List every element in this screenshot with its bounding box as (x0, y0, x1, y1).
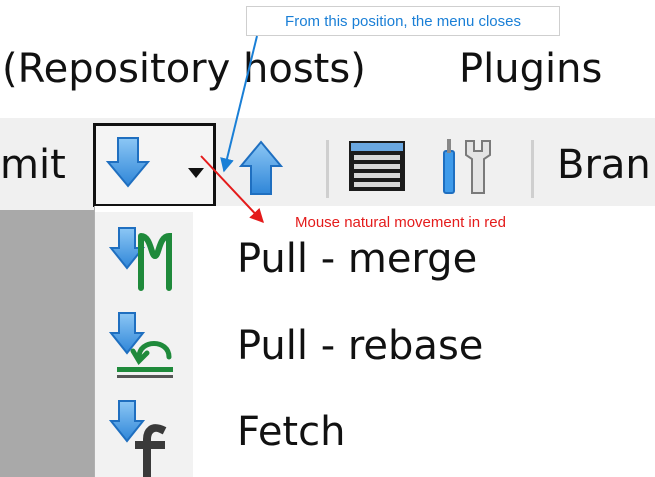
annotation-arrows (200, 35, 264, 224)
red-arrow (200, 155, 264, 224)
blue-arrow (220, 35, 258, 173)
